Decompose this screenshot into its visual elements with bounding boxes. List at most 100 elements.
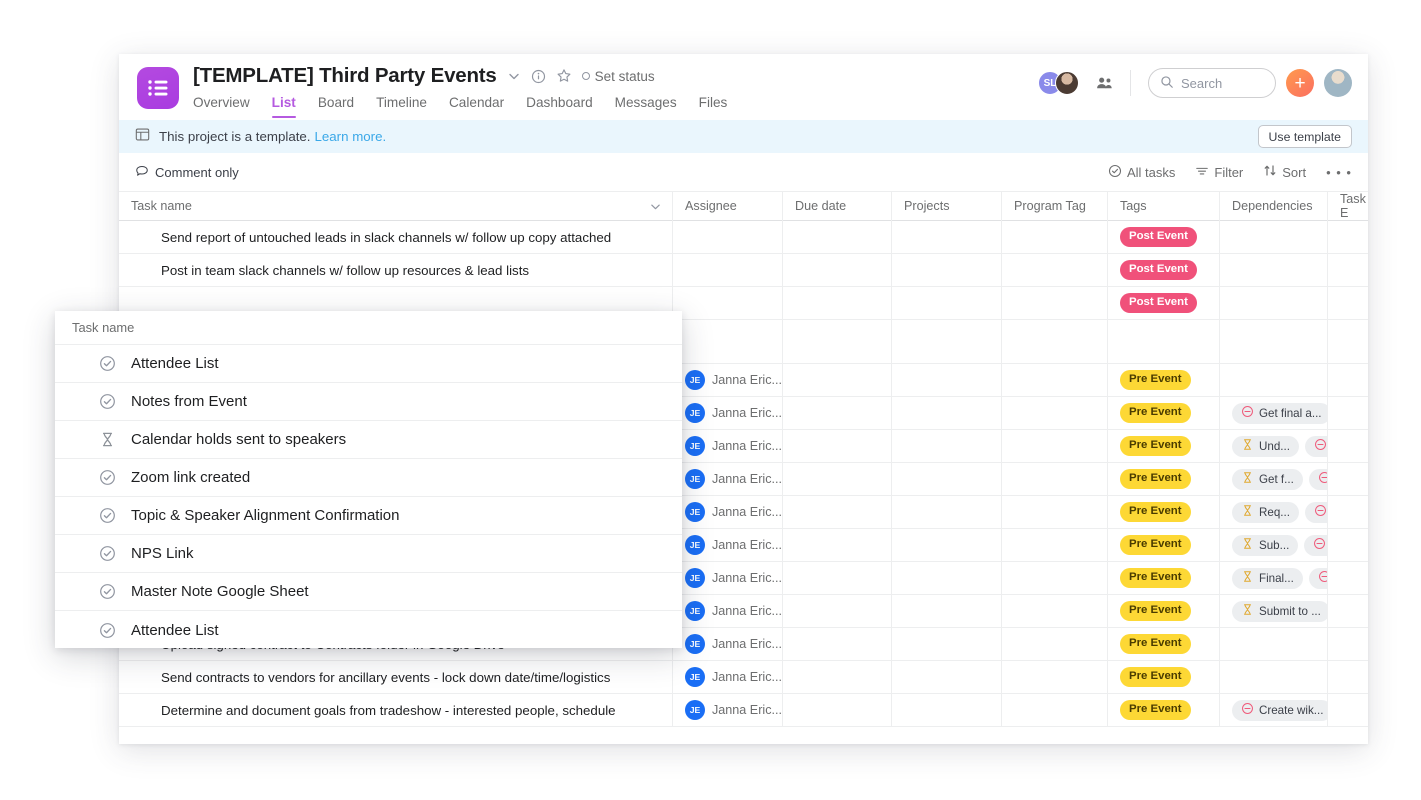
cell-assignee[interactable] (673, 221, 783, 253)
avatar-photo[interactable] (1055, 71, 1079, 95)
assignee-chip[interactable]: JE Janna Eric... (685, 370, 782, 390)
table-row[interactable]: Determine and document goals from trades… (119, 694, 1368, 727)
column-header-due-date[interactable]: Due date (783, 191, 892, 221)
column-header-tags[interactable]: Tags (1108, 191, 1220, 221)
status-badge[interactable]: Pre Event (1120, 370, 1191, 390)
assignee-chip[interactable]: JE Janna Eric... (685, 403, 782, 423)
search-input[interactable]: Search (1148, 68, 1276, 98)
cell-projects[interactable] (892, 430, 1002, 462)
list-item[interactable]: Attendee List (55, 611, 682, 648)
cell-dependencies[interactable]: Create wik... (1220, 694, 1328, 726)
cell-projects[interactable] (892, 529, 1002, 561)
cell-program-tag[interactable] (1002, 661, 1108, 693)
cell-task-e[interactable] (1328, 694, 1368, 726)
cell-assignee[interactable]: JE Janna Eric... (673, 463, 783, 495)
create-button[interactable]: + (1286, 69, 1314, 97)
cell-assignee[interactable]: JE Janna Eric... (673, 496, 783, 528)
assignee-chip[interactable]: JE Janna Eric... (685, 634, 782, 654)
people-icon[interactable] (1096, 76, 1113, 90)
list-item[interactable]: Notes from Event (55, 383, 682, 421)
cell-assignee[interactable]: JE Janna Eric... (673, 562, 783, 594)
assignee-chip[interactable]: JE Janna Eric... (685, 469, 782, 489)
column-header-projects[interactable]: Projects (892, 191, 1002, 221)
check-circle-icon[interactable] (99, 355, 116, 372)
cell-due-date[interactable] (783, 496, 892, 528)
cell-tags[interactable]: Pre Event (1108, 529, 1220, 561)
cell-tags[interactable]: Post Event (1108, 287, 1220, 319)
cell-assignee[interactable]: JE Janna Eric... (673, 694, 783, 726)
cell-tags[interactable]: Pre Event (1108, 562, 1220, 594)
cell-tags[interactable]: Post Event (1108, 221, 1220, 253)
check-circle-icon[interactable] (99, 469, 116, 486)
more-options-button[interactable]: • • • (1326, 165, 1352, 180)
cell-dependencies[interactable]: Sub... Su (1220, 529, 1328, 561)
cell-program-tag[interactable] (1002, 287, 1108, 319)
column-header-dependencies[interactable]: Dependencies (1220, 191, 1328, 221)
cell-program-tag[interactable] (1002, 694, 1108, 726)
tab-list[interactable]: List (271, 95, 297, 118)
cell-tags[interactable]: Pre Event (1108, 595, 1220, 627)
column-header-task-name[interactable]: Task name (119, 191, 673, 221)
cell-assignee[interactable]: JE Janna Eric... (673, 628, 783, 660)
status-badge[interactable]: Pre Event (1120, 436, 1191, 456)
cell-dependencies[interactable]: Req... Fi (1220, 496, 1328, 528)
cell-task-name[interactable]: Determine and document goals from trades… (119, 694, 673, 726)
list-item[interactable]: NPS Link (55, 535, 682, 573)
cell-assignee[interactable] (673, 254, 783, 286)
cell-dependencies[interactable] (1220, 661, 1328, 693)
cell-program-tag[interactable] (1002, 562, 1108, 594)
chevron-down-icon[interactable] (649, 200, 662, 213)
dependency-chip[interactable]: Get f... (1232, 468, 1303, 490)
dependency-chip[interactable]: Und... (1232, 435, 1299, 457)
cell-task-name[interactable]: Send report of untouched leads in slack … (119, 221, 673, 253)
project-list-icon[interactable] (137, 67, 179, 109)
cell-tags[interactable]: Pre Event (1108, 463, 1220, 495)
cell-projects[interactable] (892, 496, 1002, 528)
status-badge[interactable]: Pre Event (1120, 469, 1191, 489)
cell-projects[interactable] (892, 320, 1002, 363)
column-header-assignee[interactable]: Assignee (673, 191, 783, 221)
dependency-chip[interactable]: Fi (1304, 501, 1327, 523)
cell-task-e[interactable] (1328, 595, 1368, 627)
cell-tags[interactable]: Pre Event (1108, 496, 1220, 528)
cell-due-date[interactable] (783, 254, 892, 286)
cell-task-e[interactable] (1328, 529, 1368, 561)
cell-task-e[interactable] (1328, 254, 1368, 286)
cell-assignee[interactable] (673, 320, 783, 363)
status-badge[interactable]: Pre Event (1120, 568, 1191, 588)
cell-assignee[interactable]: JE Janna Eric... (673, 397, 783, 429)
cell-dependencies[interactable]: Get f... Su (1220, 463, 1328, 495)
cell-projects[interactable] (892, 364, 1002, 396)
cell-task-e[interactable] (1328, 661, 1368, 693)
dependency-chip[interactable]: Get final a... (1232, 402, 1327, 424)
assignee-chip[interactable]: JE Janna Eric... (685, 502, 782, 522)
tab-calendar[interactable]: Calendar (449, 95, 504, 118)
info-circle-icon[interactable] (531, 69, 546, 84)
cell-assignee[interactable]: JE Janna Eric... (673, 661, 783, 693)
cell-tags[interactable] (1108, 320, 1220, 363)
check-circle-icon[interactable] (99, 583, 116, 600)
cell-due-date[interactable] (783, 221, 892, 253)
cell-dependencies[interactable] (1220, 221, 1328, 253)
cell-dependencies[interactable] (1220, 628, 1328, 660)
status-badge[interactable]: Pre Event (1120, 634, 1191, 654)
table-row[interactable]: Send report of untouched leads in slack … (119, 221, 1368, 254)
status-badge[interactable]: Pre Event (1120, 700, 1191, 720)
cell-due-date[interactable] (783, 430, 892, 462)
cell-program-tag[interactable] (1002, 221, 1108, 253)
all-tasks-button[interactable]: All tasks (1108, 164, 1175, 181)
status-badge[interactable]: Pre Event (1120, 502, 1191, 522)
cell-program-tag[interactable] (1002, 320, 1108, 363)
cell-projects[interactable] (892, 694, 1002, 726)
list-item[interactable]: Topic & Speaker Alignment Confirmation (55, 497, 682, 535)
tab-overview[interactable]: Overview (193, 95, 250, 118)
dependency-chip[interactable]: Re (1304, 435, 1327, 457)
dependency-chip[interactable]: Su (1304, 534, 1327, 556)
cell-dependencies[interactable] (1220, 364, 1328, 396)
assignee-chip[interactable]: JE Janna Eric... (685, 700, 782, 720)
cell-task-e[interactable] (1328, 496, 1368, 528)
cell-task-e[interactable] (1328, 628, 1368, 660)
cell-assignee[interactable] (673, 287, 783, 319)
list-item[interactable]: Master Note Google Sheet (55, 573, 682, 611)
cell-program-tag[interactable] (1002, 529, 1108, 561)
